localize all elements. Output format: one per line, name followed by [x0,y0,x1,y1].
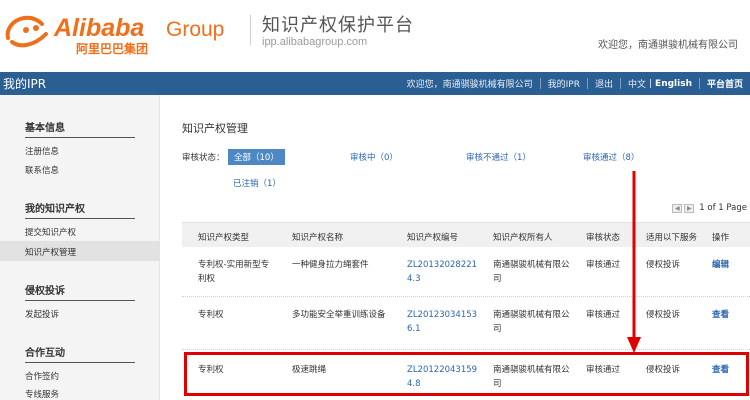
platform-url: ipp.alibabagroup.com [262,36,368,48]
cell-number-line: 6.1 [407,324,421,334]
filter-rejected[interactable]: 审核不通过（1） [466,151,531,163]
filter-approved[interactable]: 审核通过（8） [583,151,639,163]
edit-link[interactable]: 编辑 [712,258,729,272]
alibaba-group-logo[interactable]: Alibaba Group 阿里巴巴集团 [2,10,244,56]
cell-type-line: 专利权-实用新型专 [198,260,270,270]
cell-status: 审核通过 [586,310,621,320]
logo-chinese-text: 阿里巴巴集团 [76,41,148,56]
table-header: 知识产权类型 知识产权名称 知识产权编号 知识产权所有人 审核状态 适用以下服务… [182,222,750,247]
cell-owner: 南通骐骏机械有限公 司 [493,258,570,286]
cell-owner-line: 南通骐骏机械有限公 [493,260,570,270]
cell-service: 侵权投诉 [646,260,681,270]
col-header-status: 审核状态 [586,233,621,243]
alibaba-smile-icon [5,15,48,48]
cell-number: ZL20132028221 4.3 [407,258,477,286]
page-header: Alibaba Group 阿里巴巴集团 知识产权保护平台 ipp.alibab… [0,0,750,72]
sidebar: 基本信息 注册信息 联系信息 我的知识产权 提交知识产权 知识产权管理 侵权投诉… [0,95,160,400]
cell-type-line: 利权 [198,274,216,284]
nav-my-ipr[interactable]: 我的IPR [541,77,587,90]
table-row: 专利权-实用新型专 利权 一种健身拉力绳套件 ZL20132028221 4.3… [182,247,750,297]
nav-platform-home[interactable]: 平台首页 [700,77,750,90]
col-header-type: 知识产权类型 [198,233,250,243]
header-welcome-text: 欢迎您，南通骐骏机械有限公司 [598,40,738,51]
table-row: 专利权 多功能安全举重训练设备 ZL20123034153 6.1 南通骐骏机械… [182,297,750,350]
header-divider [250,15,251,45]
cell-owner-line: 南通骐骏机械有限公 [493,310,570,320]
nav-lang-chinese[interactable]: 中文 [621,77,646,90]
cell-owner-line: 司 [493,324,502,334]
top-nav-links: 欢迎您，南通骐骏机械有限公司 我的IPR 退出 中文 | English 平台首… [400,72,750,95]
filter-all[interactable]: 全部（10） [228,149,285,165]
cell-status: 审核通过 [586,260,621,270]
cell-number-line: 4.3 [407,274,421,284]
sidebar-active-highlight [0,241,160,261]
nav-welcome-user[interactable]: 欢迎您，南通骐骏机械有限公司 [400,77,540,90]
col-header-name: 知识产权名称 [292,233,344,243]
sidebar-item-submit-ip[interactable]: 提交知识产权 [25,226,76,238]
logo-group-text: Group [166,18,224,41]
pager-prev-icon[interactable]: ◀ [672,203,683,213]
sidebar-heading-my-ip: 我的知识产权 [25,200,135,219]
pager-next-icon[interactable]: ▶ [684,203,695,213]
section-title: 我的IPR [3,77,47,91]
cell-type-line: 专利权 [198,310,224,320]
cell-number-line: ZL20132028221 [407,260,478,270]
sidebar-item-ip-management[interactable]: 知识产权管理 [25,246,76,258]
filter-reviewing[interactable]: 审核中（0） [350,151,398,163]
filter-cancelled[interactable]: 已注销（1） [233,177,281,189]
nav-lang-english[interactable]: English [655,79,699,89]
review-status-label: 审核状态： [182,153,225,163]
cell-number: ZL20123034153 6.1 [407,308,477,336]
sidebar-heading-basic-info: 基本信息 [25,119,135,138]
col-header-number: 知识产权编号 [407,233,459,243]
sidebar-item-cooperation-signing[interactable]: 合作签约 [25,370,59,382]
sidebar-item-file-complaint[interactable]: 发起投诉 [25,308,59,320]
red-arrow-icon [627,171,641,353]
nav-logout[interactable]: 退出 [588,77,620,90]
top-nav-bar: 我的IPR 欢迎您，南通骐骏机械有限公司 我的IPR 退出 中文 | Engli… [0,72,750,95]
cell-owner: 南通骐骏机械有限公 司 [493,308,570,336]
sidebar-item-registration-info[interactable]: 注册信息 [25,145,59,157]
col-header-services: 适用以下服务 [646,233,698,243]
page-title: 知识产权管理 [182,122,248,135]
sidebar-item-contact-info[interactable]: 联系信息 [25,164,59,176]
view-link[interactable]: 查看 [712,308,729,322]
logo-wordmark: Alibaba [53,14,144,42]
red-highlight-box [184,352,749,396]
sidebar-heading-infringement: 侵权投诉 [25,282,135,301]
lang-separator: | [649,78,653,89]
col-header-owner: 知识产权所有人 [493,233,553,243]
cell-owner-line: 司 [493,274,502,284]
sidebar-item-dedicated-service[interactable]: 专线服务 [25,388,59,400]
cell-type: 专利权 [198,308,224,322]
pager-text: 1 of 1 Page [699,203,747,213]
cell-type: 专利权-实用新型专 利权 [198,258,269,286]
cell-name: 一种健身拉力绳套件 [292,260,369,270]
cell-name: 多功能安全举重训练设备 [292,310,386,320]
cell-number-line: ZL20123034153 [407,310,478,320]
cell-service: 侵权投诉 [646,310,681,320]
col-header-action: 操作 [712,233,730,243]
pager: ◀ ▶ 1 of 1 Page [672,203,747,213]
platform-title: 知识产权保护平台 [262,15,414,36]
sidebar-heading-cooperation: 合作互动 [25,344,135,363]
